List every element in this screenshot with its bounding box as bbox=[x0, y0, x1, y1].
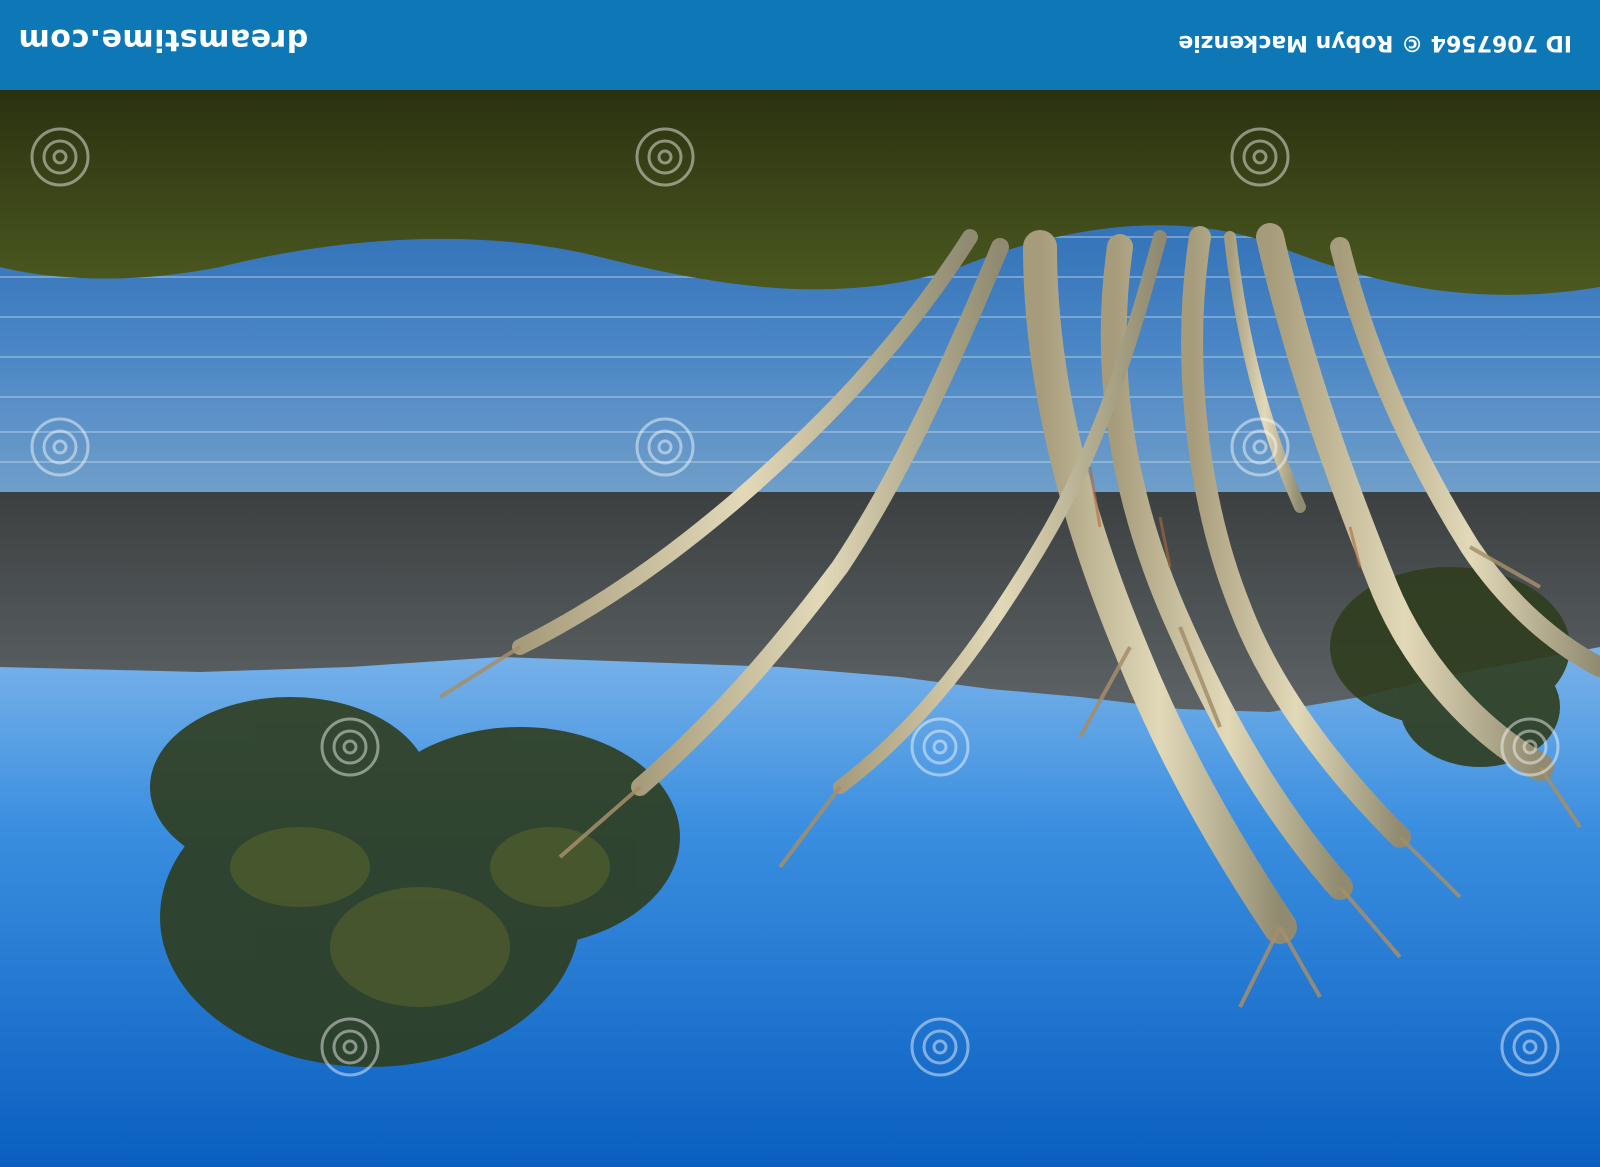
photo-frame: dreamstime.com ID 7067564 © Robyn Macken… bbox=[0, 0, 1600, 1167]
flipped-photo: dreamstime.com ID 7067564 © Robyn Macken… bbox=[0, 0, 1600, 1167]
credit-bar: dreamstime.com ID 7067564 © Robyn Macken… bbox=[0, 0, 1600, 90]
image-credit: ID 7067564 © Robyn Mackenzie bbox=[1178, 30, 1572, 55]
site-watermark: dreamstime.com bbox=[18, 22, 309, 57]
landscape-scene bbox=[0, 87, 1600, 1167]
